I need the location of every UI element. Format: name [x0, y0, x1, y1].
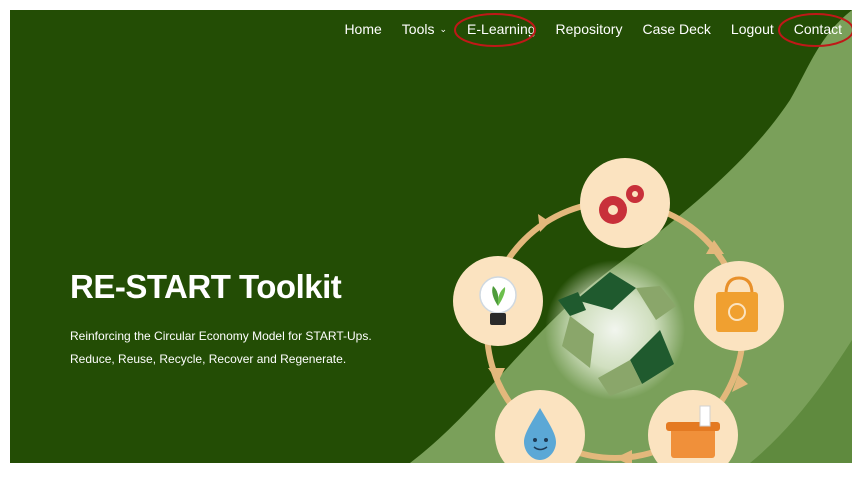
hero-section: Home Tools ⌄ E-Learning Repository Case D…	[10, 10, 852, 463]
lightbulb-plant-icon	[453, 256, 543, 346]
gears-icon	[580, 158, 670, 248]
shopping-bag-icon	[694, 261, 784, 351]
circular-economy-illustration	[453, 158, 784, 463]
